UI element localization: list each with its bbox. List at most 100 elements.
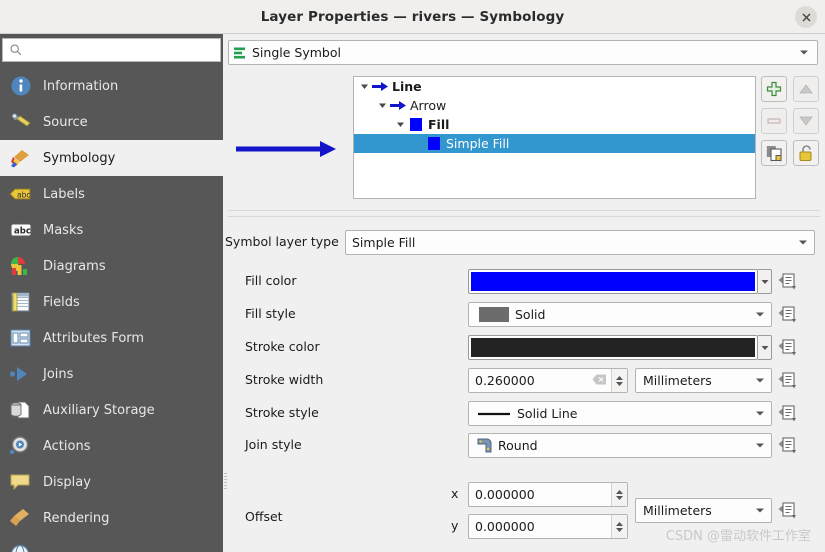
sidebar-search[interactable] bbox=[2, 38, 221, 62]
sidebar-item-masks[interactable]: abc Masks bbox=[0, 212, 223, 248]
chevron-down-icon bbox=[756, 411, 764, 416]
sidebar-item-labels[interactable]: abc Labels bbox=[0, 176, 223, 212]
info-icon bbox=[8, 73, 34, 99]
minus-icon bbox=[767, 118, 781, 124]
tree-row-label: Fill bbox=[428, 117, 450, 132]
arrow-icon bbox=[389, 100, 407, 111]
sidebar-item-label: Attributes Form bbox=[43, 330, 145, 346]
sidebar-item-diagrams[interactable]: Diagrams bbox=[0, 248, 223, 284]
splitter-handle[interactable] bbox=[224, 473, 227, 489]
symbol-layer-type-combo[interactable]: Simple Fill bbox=[345, 230, 815, 255]
stroke-width-unit-combo[interactable]: Millimeters bbox=[635, 368, 772, 393]
offset-y-stepper[interactable] bbox=[611, 515, 627, 538]
join-style-combo[interactable]: Round bbox=[468, 433, 772, 458]
fill-style-label: Fill style bbox=[245, 306, 296, 321]
fill-style-swatch bbox=[479, 307, 509, 322]
tree-row[interactable]: Simple Fill bbox=[354, 134, 755, 153]
stroke-style-data-defined-button[interactable] bbox=[777, 403, 799, 425]
fill-color-data-defined-button[interactable] bbox=[777, 271, 799, 293]
sidebar-item-actions[interactable]: Actions bbox=[0, 428, 223, 464]
remove-symbol-layer-button[interactable] bbox=[761, 108, 787, 134]
chevron-down-icon bbox=[756, 378, 764, 383]
offset-data-defined-button[interactable] bbox=[777, 500, 799, 522]
triangle-down-icon bbox=[799, 116, 813, 126]
sidebar-item-display[interactable]: Display bbox=[0, 464, 223, 500]
close-button[interactable] bbox=[795, 6, 817, 28]
label-abc-icon: abc bbox=[8, 181, 34, 207]
sidebar-item-fields[interactable]: Fields bbox=[0, 284, 223, 320]
symbology-panel: Single Symbol Line Arrow Fill Simple Fil… bbox=[223, 34, 825, 552]
sidebar-item-information[interactable]: Information bbox=[0, 68, 223, 104]
move-symbol-layer-up-button[interactable] bbox=[793, 76, 819, 102]
join-style-label: Join style bbox=[245, 437, 302, 452]
sidebar-item-label: Joins bbox=[43, 366, 74, 382]
search-input[interactable] bbox=[23, 40, 220, 60]
expander-icon[interactable] bbox=[376, 101, 389, 110]
single-symbol-icon bbox=[234, 47, 245, 58]
rendering-broom-icon bbox=[8, 505, 34, 531]
symbol-layer-tree[interactable]: Line Arrow Fill Simple Fill bbox=[353, 76, 756, 199]
tree-row[interactable]: Arrow bbox=[354, 96, 755, 115]
sidebar-item-label: Display bbox=[43, 474, 91, 490]
offset-x-spinbox[interactable]: 0.000000 bbox=[468, 482, 628, 507]
fill-style-value: Solid bbox=[515, 307, 546, 322]
add-symbol-layer-button[interactable] bbox=[761, 76, 787, 102]
close-icon bbox=[801, 12, 811, 22]
sidebar-item-label: Auxiliary Storage bbox=[43, 402, 155, 418]
sidebar-item-source[interactable]: Source bbox=[0, 104, 223, 140]
data-defined-override-icon bbox=[778, 437, 796, 454]
data-defined-override-icon bbox=[778, 502, 796, 519]
sidebar-item-joins[interactable]: Joins bbox=[0, 356, 223, 392]
offset-y-spinbox[interactable]: 0.000000 bbox=[468, 514, 628, 539]
data-defined-override-icon bbox=[778, 306, 796, 323]
sidebar-item-variables[interactable] bbox=[0, 536, 223, 552]
sidebar-item-symbology[interactable]: Symbology bbox=[0, 140, 223, 176]
fill-color-swatch bbox=[471, 272, 755, 291]
fill-style-data-defined-button[interactable] bbox=[777, 304, 799, 326]
joins-icon bbox=[8, 361, 34, 387]
blue-square-icon bbox=[425, 137, 443, 150]
stroke-width-spinbox[interactable]: 0.260000 bbox=[468, 368, 628, 393]
stroke-color-dropdown-button[interactable] bbox=[758, 335, 772, 360]
offset-unit-combo[interactable]: Millimeters bbox=[635, 498, 772, 523]
fill-style-combo[interactable]: Solid bbox=[468, 302, 772, 327]
offset-unit-value: Millimeters bbox=[643, 503, 712, 518]
stroke-style-value: Solid Line bbox=[517, 406, 578, 421]
stroke-width-stepper[interactable] bbox=[611, 369, 627, 392]
tree-row[interactable]: Line bbox=[354, 77, 755, 96]
tree-row[interactable]: Fill bbox=[354, 115, 755, 134]
watermark: CSDN @雷动软件工作室 bbox=[665, 529, 811, 544]
sidebar-item-auxiliary-storage[interactable]: Auxiliary Storage bbox=[0, 392, 223, 428]
sidebar-item-attributes-form[interactable]: Attributes Form bbox=[0, 320, 223, 356]
stroke-color-data-defined-button[interactable] bbox=[777, 337, 799, 359]
sidebar-item-label: Masks bbox=[43, 222, 84, 238]
tree-row-label: Simple Fill bbox=[446, 136, 510, 151]
expander-icon[interactable] bbox=[358, 82, 371, 91]
offset-x-stepper[interactable] bbox=[611, 483, 627, 506]
sidebar-item-label: Diagrams bbox=[43, 258, 106, 274]
renderer-type-combo[interactable]: Single Symbol bbox=[228, 40, 818, 65]
lock-layer-colors-button[interactable] bbox=[793, 140, 819, 166]
offset-y-label: y bbox=[451, 518, 459, 533]
symbol-layer-type-label: Symbol layer type bbox=[225, 234, 339, 249]
stroke-style-combo[interactable]: Solid Line bbox=[468, 401, 772, 426]
clear-icon[interactable] bbox=[592, 373, 607, 388]
move-symbol-layer-down-button[interactable] bbox=[793, 108, 819, 134]
fill-color-button[interactable] bbox=[468, 269, 758, 294]
source-wrench-icon bbox=[8, 109, 34, 135]
chevron-down-icon bbox=[756, 443, 764, 448]
stroke-width-unit-value: Millimeters bbox=[643, 373, 712, 388]
blue-square-icon bbox=[407, 118, 425, 131]
stroke-color-button[interactable] bbox=[468, 335, 758, 360]
duplicate-symbol-layer-button[interactable] bbox=[761, 140, 787, 166]
expander-icon[interactable] bbox=[394, 120, 407, 129]
sidebar-item-rendering[interactable]: Rendering bbox=[0, 500, 223, 536]
stroke-width-data-defined-button[interactable] bbox=[777, 370, 799, 392]
join-style-data-defined-button[interactable] bbox=[777, 435, 799, 457]
unlock-padlock-icon bbox=[799, 144, 811, 161]
stroke-width-label: Stroke width bbox=[245, 372, 324, 387]
fill-color-label: Fill color bbox=[245, 273, 297, 288]
chevron-down-icon bbox=[800, 50, 808, 55]
sidebar-item-label: Fields bbox=[43, 294, 80, 310]
fill-color-dropdown-button[interactable] bbox=[758, 269, 772, 294]
